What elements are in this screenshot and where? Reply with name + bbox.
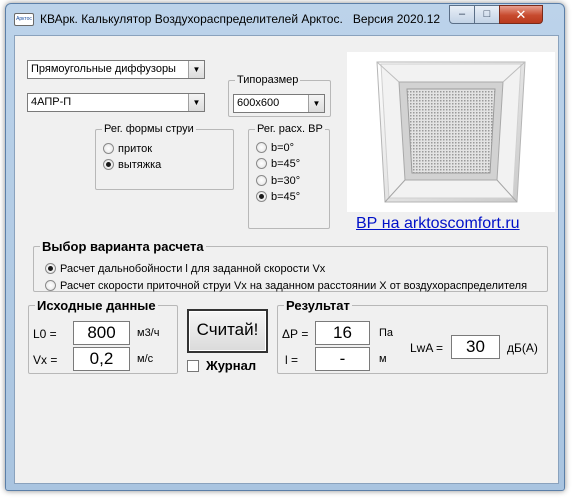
chevron-down-icon: ▼	[308, 95, 324, 112]
journal-checkbox[interactable]	[187, 360, 199, 372]
vx-unit: м/с	[137, 353, 154, 365]
radio-checked-icon	[45, 263, 56, 274]
size-legend: Типоразмер	[237, 74, 299, 86]
result-legend: Результат	[286, 298, 350, 313]
grille-diffuser-icon	[376, 61, 526, 203]
spread-legend: Рег. расх. ВР	[257, 123, 323, 135]
jet-shape-legend: Рег. формы струи	[104, 123, 194, 135]
spread-option-0[interactable]: b=0°	[256, 142, 294, 155]
website-link[interactable]: ВР на arktoscomfort.ru	[356, 215, 520, 233]
calc-range-radio[interactable]: Расчет дальнобойности l для заданной ско…	[45, 263, 325, 276]
journal-label: Журнал	[206, 358, 257, 373]
model-select[interactable]: 4АПР-П ▼	[27, 93, 205, 112]
calc-velocity-label: Расчет скорости приточной струи Vx на за…	[60, 280, 528, 292]
chevron-down-icon: ▼	[188, 94, 204, 111]
window-version: Версия 2020.12	[352, 12, 441, 26]
window-title: КВАрк. Калькулятор Воздухораспределителе…	[40, 12, 440, 26]
range-label: l =	[285, 353, 299, 367]
calc-variant-legend: Выбор варианта расчета	[42, 239, 204, 254]
radio-checked-icon	[103, 159, 114, 170]
diffuser-type-value: Прямоугольные диффузоры	[31, 63, 176, 75]
dp-output: 16	[315, 321, 370, 345]
radio-icon	[103, 143, 114, 154]
radio-icon	[256, 158, 267, 169]
radio-icon	[45, 280, 56, 291]
spread-option-2[interactable]: b=30°	[256, 175, 300, 188]
radio-checked-icon	[256, 191, 267, 202]
size-value: 600х600	[237, 97, 280, 109]
range-output: -	[315, 347, 370, 371]
title-bar: Арктос КВАрк. Калькулятор Воздухораспред…	[6, 4, 564, 34]
input-data-legend: Исходные данные	[37, 298, 156, 313]
app-logo-icon: Арктос	[14, 13, 34, 26]
main-panel: Прямоугольные диффузоры ▼ 4АПР-П ▼ Типор…	[14, 35, 559, 484]
spread-option-label: b=45°	[271, 191, 301, 203]
jet-shape-supply-radio[interactable]: приток	[103, 143, 152, 156]
app-window: Арктос КВАрк. Калькулятор Воздухораспред…	[5, 3, 565, 491]
spread-option-3[interactable]: b=45°	[256, 191, 300, 204]
calculate-button[interactable]: Считай!	[187, 309, 268, 353]
minimize-button[interactable]: –	[449, 5, 475, 24]
spread-option-label: b=0°	[271, 142, 295, 154]
l0-unit: м3/ч	[137, 327, 160, 339]
spread-option-1[interactable]: b=45°	[256, 158, 300, 171]
radio-icon	[256, 142, 267, 153]
dp-unit: Па	[379, 327, 394, 339]
vx-label: Vx =	[33, 353, 58, 367]
window-title-text: КВАрк. Калькулятор Воздухораспределителе…	[40, 12, 343, 26]
jet-shape-exhaust-radio[interactable]: вытяжка	[103, 159, 161, 172]
spread-option-label: b=45°	[271, 158, 301, 170]
spread-option-label: b=30°	[271, 175, 301, 187]
lwa-label: LwA =	[410, 341, 444, 355]
jet-shape-supply-label: приток	[118, 143, 153, 155]
l0-label: L0 =	[33, 327, 57, 341]
range-unit: м	[379, 353, 387, 365]
radio-icon	[256, 175, 267, 186]
l0-input[interactable]: 800	[73, 321, 130, 345]
calc-velocity-radio[interactable]: Расчет скорости приточной струи Vx на за…	[45, 280, 527, 293]
calc-range-label: Расчет дальнобойности l для заданной ско…	[60, 263, 326, 275]
size-select[interactable]: 600х600 ▼	[233, 94, 325, 113]
lwa-unit: дБ(А)	[507, 341, 538, 355]
diffuser-type-select[interactable]: Прямоугольные диффузоры ▼	[27, 60, 205, 79]
close-button[interactable]: ✕	[499, 5, 543, 24]
chevron-down-icon: ▼	[188, 61, 204, 78]
maximize-button[interactable]: □	[474, 5, 500, 24]
dp-label: ΔР =	[282, 327, 309, 341]
jet-shape-exhaust-label: вытяжка	[118, 159, 162, 171]
model-value: 4АПР-П	[31, 96, 72, 108]
vx-input[interactable]: 0,2	[73, 347, 130, 371]
jet-shape-group: Рег. формы струи	[95, 123, 234, 190]
lwa-output: 30	[451, 335, 500, 359]
diffuser-image	[347, 52, 555, 212]
